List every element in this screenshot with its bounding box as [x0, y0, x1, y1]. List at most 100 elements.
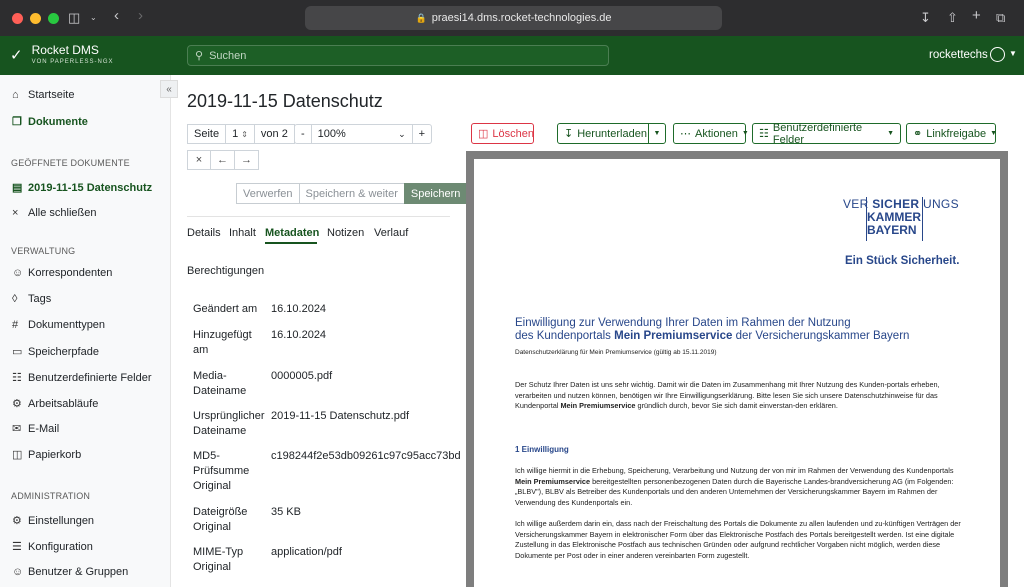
link-icon: ⚭: [913, 128, 923, 140]
tab-metadata[interactable]: Metadaten: [265, 227, 319, 239]
download-label: Herunterladen: [577, 127, 647, 140]
global-search[interactable]: ⚲: [187, 45, 609, 66]
app-brand[interactable]: ✓ Rocket DMS VON PAPERLESS-NGX: [10, 44, 114, 66]
sidebar-item-label: Startseite: [28, 89, 75, 101]
custom-fields-label: Benutzerdefinierte Felder: [772, 121, 863, 146]
sidebar-item-document-types[interactable]: # Dokumenttypen: [12, 319, 105, 331]
folder-icon: ▭: [12, 346, 23, 358]
sidebar-item-label: Dokumenttypen: [28, 319, 106, 331]
zoom-out-button[interactable]: -: [294, 124, 311, 144]
download-options-button[interactable]: ▼: [648, 123, 666, 144]
delete-label: Löschen: [492, 127, 534, 140]
sidebar-item-custom-fields[interactable]: ☷ Benutzerdefinierte Felder: [12, 371, 152, 385]
sidebar-item-close-all[interactable]: × Alle schließen: [12, 207, 96, 219]
download-icon[interactable]: ↧: [920, 10, 931, 26]
zoom-select[interactable]: 100% ⌄: [310, 124, 412, 144]
sidebar-item-correspondents[interactable]: ☺ Korrespondenten: [12, 267, 112, 279]
stepper-icon[interactable]: ⇕: [241, 130, 248, 139]
logo-line-3: BAYERN: [867, 223, 917, 237]
sidebar-item-storage-paths[interactable]: ▭ Speicherpfade: [12, 345, 99, 359]
previous-document-button[interactable]: ←: [211, 150, 235, 170]
sidebar-item-label: Speicherpfade: [28, 345, 99, 358]
sidebar-item-label: Papierkorb: [28, 448, 82, 461]
user-menu-caret-icon[interactable]: ▼: [1009, 49, 1017, 58]
tab-content[interactable]: Inhalt: [229, 227, 256, 239]
arrow-left-icon: ←: [217, 154, 228, 166]
next-document-button[interactable]: →: [235, 150, 259, 170]
sidebar-item-tags[interactable]: ◊ Tags: [12, 293, 51, 305]
url-bar[interactable]: 🔒 praesi14.dms.rocket-technologies.de: [305, 6, 722, 30]
share-label: Linkfreigabe: [926, 127, 987, 140]
sidebar-item-configuration[interactable]: ☰ Konfiguration: [12, 540, 93, 554]
url-text: praesi14.dms.rocket-technologies.de: [431, 12, 612, 24]
save-button[interactable]: Speichern: [403, 183, 468, 204]
sidebar-item-settings[interactable]: ⚙ Einstellungen: [12, 514, 94, 528]
documents-icon: ❐: [12, 116, 22, 128]
caret-down-icon: ▼: [653, 130, 661, 137]
metadata-value: 16.10.2024: [271, 303, 327, 315]
administration-header: ADMINISTRATION: [11, 491, 91, 501]
forward-icon[interactable]: ›: [138, 7, 143, 24]
sidebar-item-trash[interactable]: ◫ Papierkorb: [12, 448, 82, 462]
delete-button[interactable]: ◫ Löschen: [471, 123, 534, 144]
discard-button[interactable]: Verwerfen: [236, 183, 300, 204]
pdf-paragraph-3: Ich willige außerdem darin ein, dass nac…: [515, 519, 961, 560]
chevron-down-icon: ⌄: [398, 128, 406, 139]
minimize-window-button[interactable]: [30, 12, 41, 24]
logo-line-2: KAMMER: [867, 210, 921, 224]
sidebar-item-workflows[interactable]: ⚙ Arbeitsabläufe: [12, 397, 98, 411]
new-tab-icon[interactable]: +: [972, 7, 981, 24]
page-number-input[interactable]: 1 ⇕: [225, 124, 254, 144]
user-avatar-icon[interactable]: [990, 47, 1005, 62]
sidebar-item-home[interactable]: ⌂ Startseite: [12, 89, 74, 101]
document-nav-buttons: × ← →: [187, 150, 259, 170]
sidebar-item-open-document[interactable]: ▤ 2019-11-15 Datenschutz: [12, 181, 152, 195]
share-links-dropdown[interactable]: ⚭ Linkfreigabe ▼: [906, 123, 997, 144]
sidebar-item-documents[interactable]: ❐ Dokumente: [12, 115, 88, 129]
tabs-overview-icon[interactable]: ⧉: [996, 10, 1005, 26]
envelope-icon: ✉: [12, 423, 22, 435]
page-title: 2019-11-15 Datenschutz: [187, 91, 383, 111]
person-icon: ☺: [12, 267, 24, 279]
save-next-button[interactable]: Speichern & weiter: [299, 183, 404, 204]
sidebar-toggle-icon[interactable]: ◫: [68, 10, 80, 26]
sidebar-item-mail[interactable]: ✉ E-Mail: [12, 422, 60, 436]
chevron-down-icon[interactable]: ⌄: [90, 13, 97, 22]
zoom-control: - 100% ⌄ +: [294, 124, 433, 144]
zoom-in-button[interactable]: +: [411, 124, 433, 144]
lock-icon: 🔒: [415, 12, 427, 23]
custom-fields-dropdown[interactable]: ☷ Benutzerdefinierte Felder ▼: [752, 121, 901, 146]
zoom-window-button[interactable]: [48, 12, 59, 24]
sidebar-item-label: Dokumente: [28, 115, 88, 128]
pdf-heading-line-2: des Kundenportals Mein Premiumservice de…: [515, 330, 910, 342]
search-input[interactable]: [209, 49, 590, 62]
caret-down-icon: ▼: [887, 130, 894, 137]
pdf-subheading: Datenschutzerklärung für Mein Premiumser…: [515, 349, 717, 356]
three-dots-icon: ⋯: [680, 128, 691, 140]
back-icon[interactable]: ‹: [114, 7, 119, 24]
actions-label: Aktionen: [695, 127, 738, 140]
open-documents-header: GEÖFFNETE DOKUMENTE: [11, 158, 130, 168]
close-window-button[interactable]: [12, 12, 23, 24]
sidebar-collapse-button[interactable]: «: [160, 80, 178, 98]
share-icon[interactable]: ⇧: [947, 10, 958, 26]
tab-history[interactable]: Verlauf: [374, 227, 408, 239]
metadata-key: Media-Dateiname: [193, 370, 247, 397]
sidebar-item-label: Korrespondenten: [28, 267, 113, 279]
sidebar-item-label: E-Mail: [28, 422, 60, 435]
page-total: von 2: [253, 124, 295, 144]
pdf-paragraph-2: Ich willige hiermit in die Erhebung, Spe…: [515, 466, 954, 507]
sidebar-item-users-groups[interactable]: ☺ Benutzer & Gruppen: [12, 566, 128, 578]
page-selector: Seite 1 ⇕ von 2: [187, 124, 295, 144]
metadata-value: 35 KB: [271, 506, 301, 518]
metadata-key: Ursprünglicher Dateiname: [193, 410, 265, 437]
close-document-button[interactable]: ×: [187, 150, 211, 170]
download-button[interactable]: ↧ Herunterladen: [557, 123, 649, 144]
actions-dropdown[interactable]: ⋯ Aktionen ▼: [673, 123, 749, 144]
tab-details[interactable]: Details: [187, 227, 221, 239]
detail-tabs: Details Inhalt Metadaten Notizen Verlauf: [187, 216, 450, 239]
tab-notes[interactable]: Notizen: [327, 227, 364, 239]
active-tab-indicator: [265, 242, 317, 244]
sidebar-item-label: Alle schließen: [28, 207, 97, 219]
user-name[interactable]: rockettechs: [929, 49, 988, 61]
